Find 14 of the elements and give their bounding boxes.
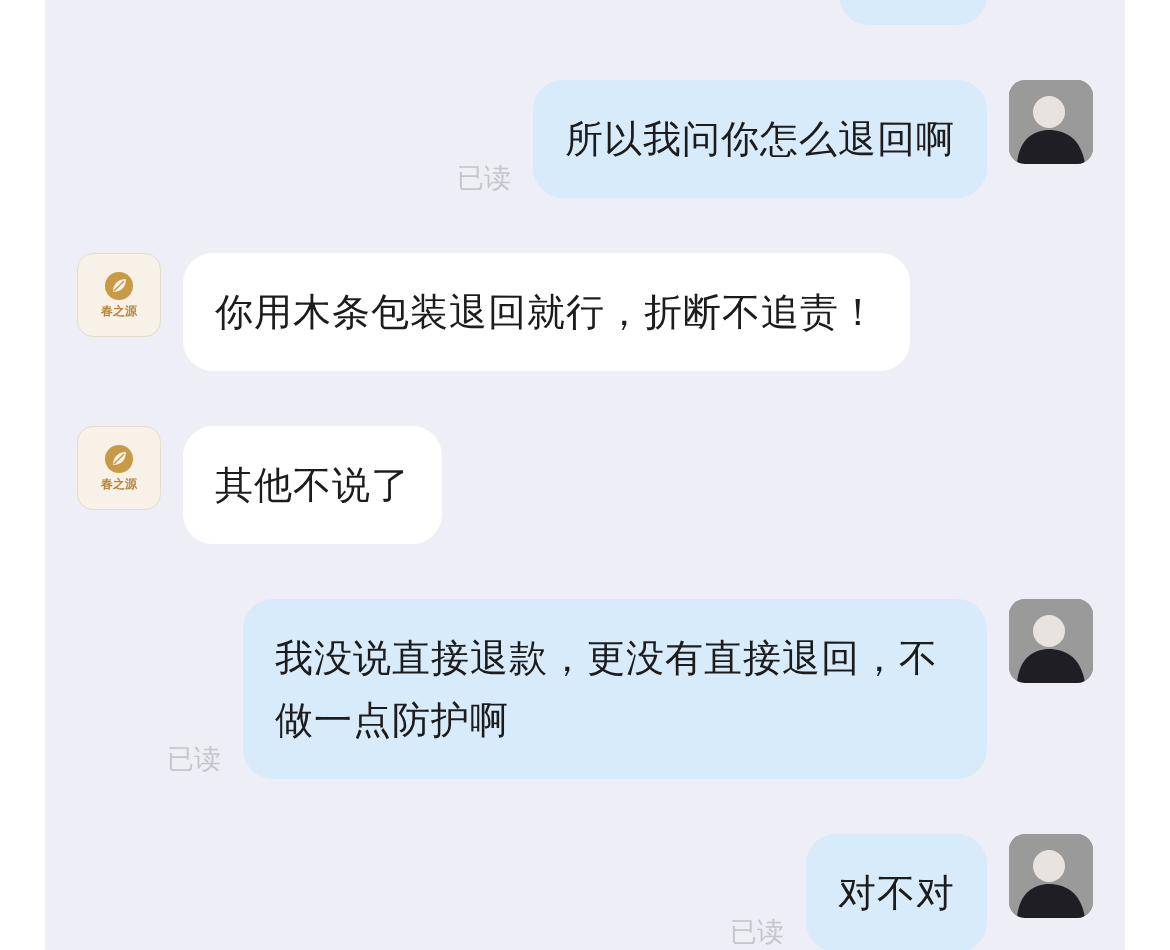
user-avatar[interactable] — [1009, 599, 1093, 683]
message-bubble: 你用木条包装退回就行，折断不追责！ — [183, 253, 910, 371]
message-bubble: 其他不说了 — [183, 426, 442, 544]
message-bubble: 所以我问你怎么退回啊 — [533, 80, 987, 198]
shop-logo-text: 春之源 — [101, 302, 137, 320]
user-avatar[interactable] — [1009, 80, 1093, 164]
message-bubble: 我没说直接退款，更没有直接退回，不做一点防护啊 — [243, 599, 987, 779]
shop-avatar[interactable]: 春之源 — [77, 426, 161, 510]
leaf-icon — [104, 443, 134, 474]
user-avatar[interactable] — [1009, 834, 1093, 918]
shop-avatar[interactable]: 春之源 — [77, 253, 161, 337]
shop-logo-text: 春之源 — [101, 475, 137, 493]
leaf-icon — [104, 270, 134, 301]
message-bubble: 对不对 — [806, 834, 987, 950]
